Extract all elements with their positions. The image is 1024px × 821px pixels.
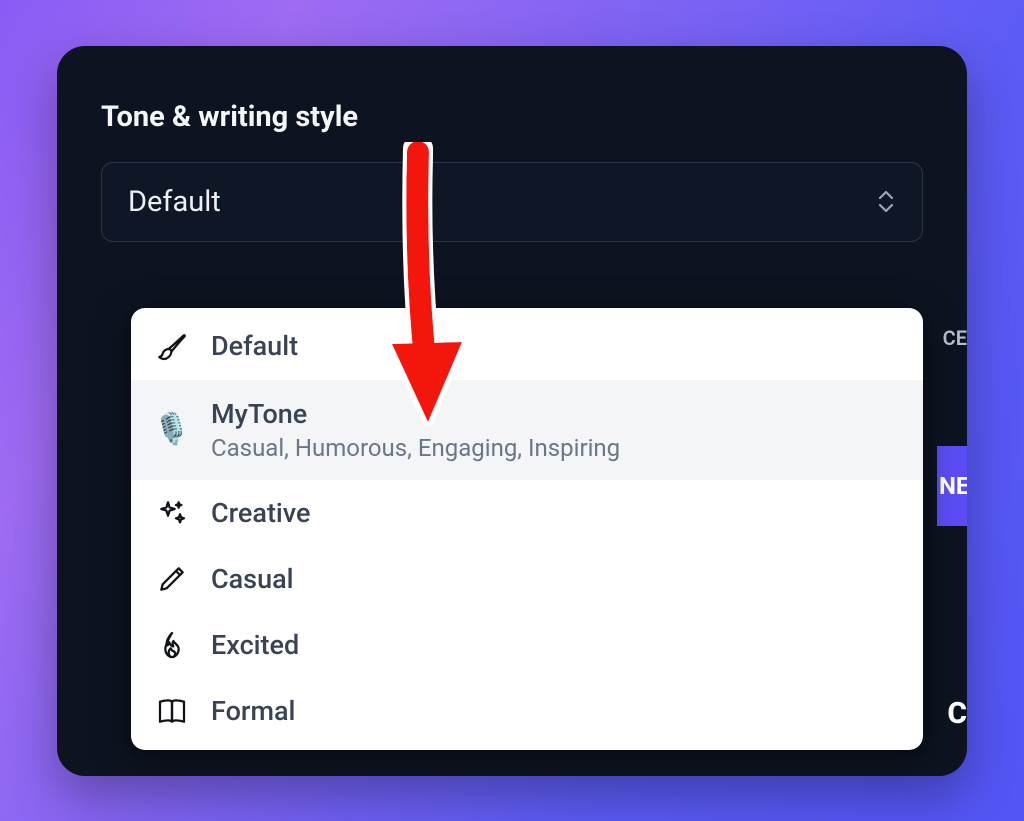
option-label: MyTone (211, 398, 620, 430)
option-label: Excited (211, 629, 299, 661)
option-label: Formal (211, 695, 295, 727)
tone-option-creative[interactable]: Creative (131, 480, 923, 546)
brush-icon (155, 330, 189, 364)
chevron-up-down-icon (876, 189, 896, 214)
option-label: Casual (211, 563, 294, 595)
tone-select-trigger[interactable]: Default (101, 162, 923, 242)
sparkles-icon (155, 496, 189, 530)
bg-button-fragment: NE (937, 446, 967, 526)
tone-option-formal[interactable]: Formal (131, 678, 923, 744)
bg-fragment-lower: C (947, 696, 967, 731)
option-subtitle: Casual, Humorous, Engaging, Inspiring (211, 434, 620, 462)
option-label: Creative (211, 497, 311, 529)
settings-card: CE NE C Tone & writing style Default Def… (57, 46, 967, 776)
tone-option-mytone[interactable]: 🎙️ MyTone Casual, Humorous, Engaging, In… (131, 380, 923, 480)
pencil-icon (155, 562, 189, 596)
mic-icon: 🎙️ (155, 413, 189, 447)
tone-option-default[interactable]: Default (131, 314, 923, 380)
bg-fragment-upper: CE (943, 326, 967, 350)
book-icon (155, 694, 189, 728)
tone-option-casual[interactable]: Casual (131, 546, 923, 612)
fire-icon (155, 628, 189, 662)
tone-option-excited[interactable]: Excited (131, 612, 923, 678)
tone-select-value: Default (128, 185, 221, 219)
tone-dropdown: Default 🎙️ MyTone Casual, Humorous, Enga… (131, 308, 923, 750)
option-label: Default (211, 330, 298, 362)
section-title: Tone & writing style (101, 100, 923, 134)
